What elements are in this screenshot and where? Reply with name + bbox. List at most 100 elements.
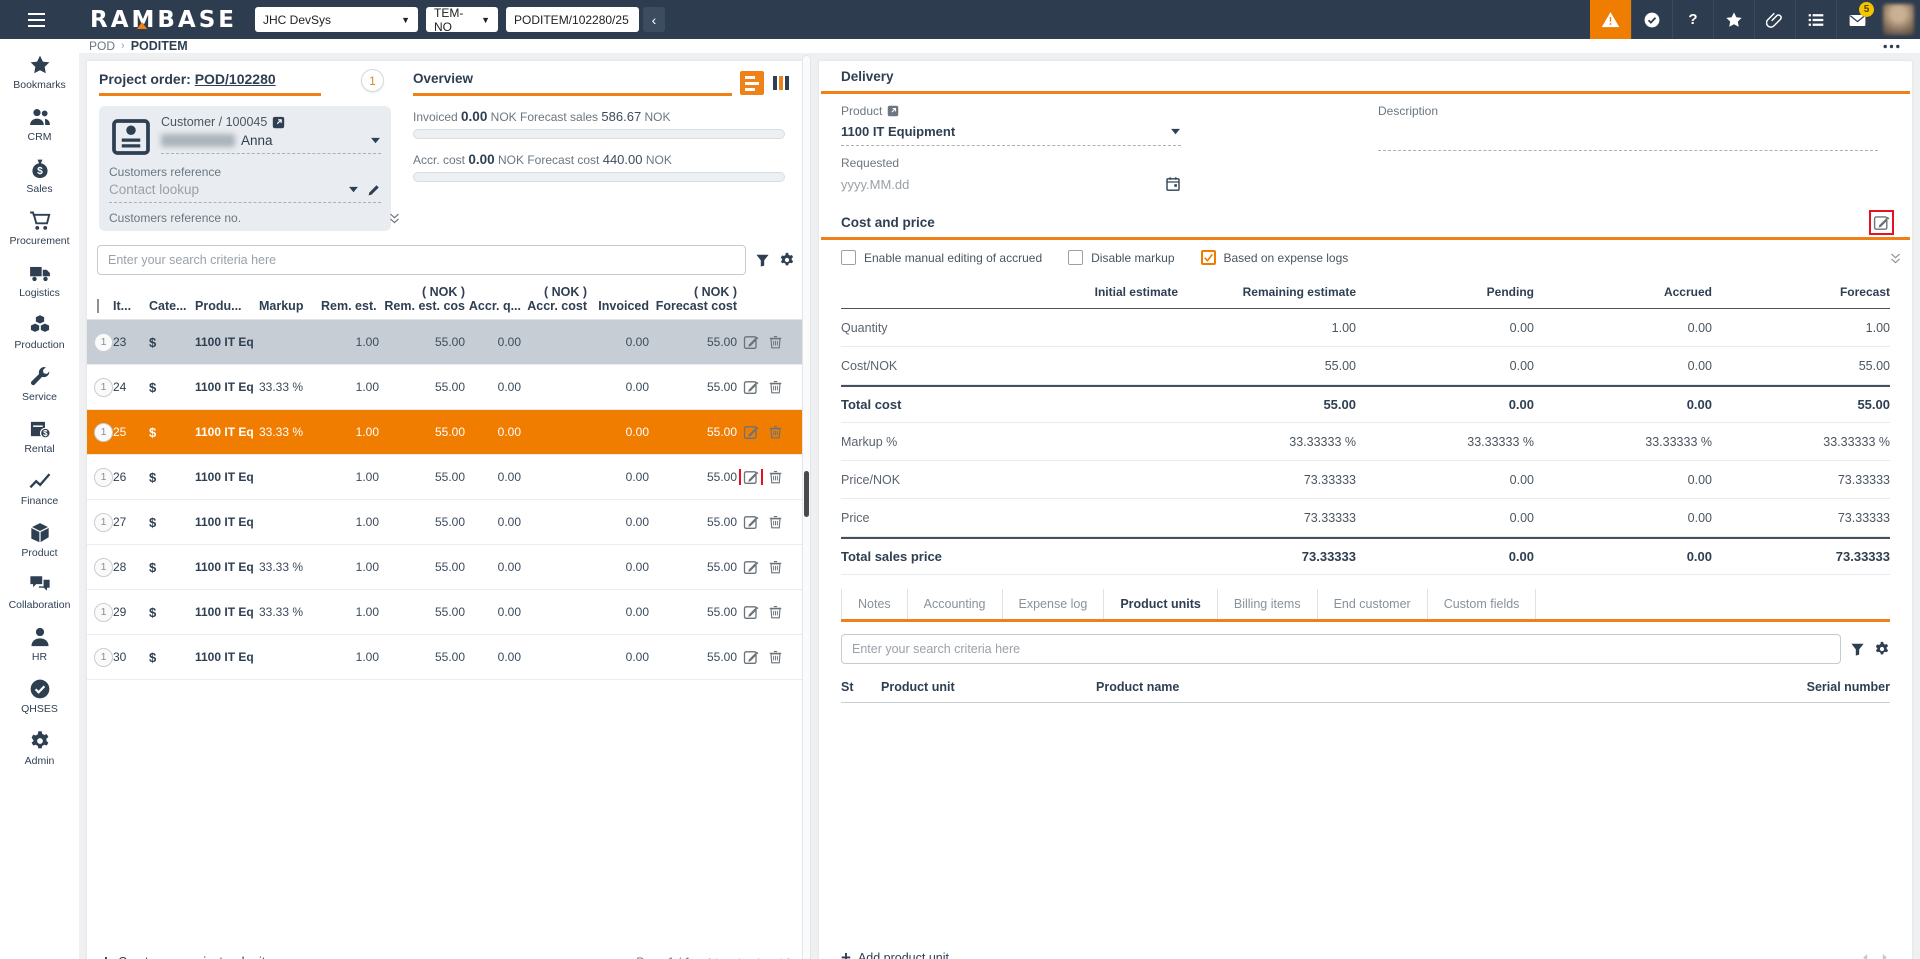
chevron-down-icon[interactable] <box>370 137 381 145</box>
delete-row-icon[interactable] <box>768 379 783 395</box>
hamburger-menu-icon[interactable] <box>14 0 58 39</box>
global-search-input[interactable]: PODITEM/102280/25 <box>506 7 639 32</box>
filter-icon[interactable] <box>755 253 770 268</box>
pencil-icon[interactable] <box>367 183 381 197</box>
back-button[interactable]: ‹ <box>643 7 665 32</box>
user-avatar[interactable] <box>1883 4 1914 35</box>
edit-row-icon[interactable] <box>743 379 759 395</box>
sidebar-item-qhses[interactable]: QHSES <box>0 671 79 723</box>
external-link-icon[interactable] <box>887 105 899 117</box>
tab-product-units[interactable]: Product units <box>1104 589 1218 619</box>
edit-row-icon[interactable] <box>743 469 759 485</box>
column-header[interactable]: Accr. q... <box>465 285 521 313</box>
tab-billing-items[interactable]: Billing items <box>1218 589 1318 619</box>
checkbox-based-on-expense-logs[interactable]: Based on expense logs <box>1201 250 1349 265</box>
sidebar-item-sales[interactable]: $Sales <box>0 151 79 203</box>
table-row-item-24[interactable]: 124$1100 IT Eq33.33 %1.0055.000.000.0055… <box>87 365 805 410</box>
filter-icon[interactable] <box>1850 642 1865 657</box>
select-all-checkbox[interactable] <box>97 299 99 313</box>
delete-row-icon[interactable] <box>768 559 783 575</box>
sidebar-item-procurement[interactable]: Procurement <box>0 203 79 255</box>
checkbox-enable-manual-editing-of-accrued[interactable]: Enable manual editing of accrued <box>841 250 1042 265</box>
sidebar-item-admin[interactable]: Admin <box>0 723 79 775</box>
product-unit-search-input[interactable] <box>841 634 1841 664</box>
table-row-item-26[interactable]: 126$1100 IT Eq1.0055.000.000.0055.00 <box>87 455 805 500</box>
checkbox-disable-markup[interactable]: Disable markup <box>1068 250 1174 265</box>
table-row-item-23[interactable]: 123$1100 IT Eq1.0055.000.000.0055.00 <box>87 320 805 365</box>
tab-accounting[interactable]: Accounting <box>908 589 1003 619</box>
attachments-button[interactable] <box>1754 0 1795 39</box>
tasks-button[interactable] <box>1795 0 1836 39</box>
column-header[interactable]: ( NOK )Forecast cost <box>649 285 737 313</box>
gear-icon[interactable] <box>1874 641 1890 657</box>
environment-select[interactable]: JHC DevSys▼ <box>255 7 418 32</box>
next-page-icon[interactable] <box>1880 952 1890 959</box>
edit-row-icon[interactable] <box>743 514 759 530</box>
edit-row-icon[interactable] <box>743 649 759 665</box>
sidebar-item-production[interactable]: Production <box>0 307 79 359</box>
help-button[interactable]: ? <box>1672 0 1713 39</box>
edit-cost-price-icon[interactable] <box>1873 214 1890 231</box>
edit-row-icon[interactable] <box>743 334 759 350</box>
column-header[interactable]: Markup <box>259 285 321 313</box>
column-header[interactable]: ( NOK )Rem. est. cos <box>379 285 465 313</box>
chevron-down-icon[interactable] <box>348 186 359 194</box>
sidebar-item-collaboration[interactable]: Collaboration <box>0 567 79 619</box>
project-order-link[interactable]: POD/102280 <box>195 71 276 87</box>
sidebar-item-logistics[interactable]: Logistics <box>0 255 79 307</box>
column-header[interactable]: Product unit <box>881 680 1096 694</box>
breadcrumb-parent[interactable]: POD <box>89 39 115 53</box>
column-header[interactable]: Rem. est. ... <box>321 285 379 313</box>
sidebar-item-finance[interactable]: Finance <box>0 463 79 515</box>
scrollbar-thumb[interactable] <box>804 471 809 517</box>
external-link-icon[interactable] <box>272 116 285 129</box>
contact-lookup-field[interactable]: Contact lookup <box>109 179 381 203</box>
list-view-toggle-icon[interactable] <box>740 71 764 95</box>
tab-custom-fields[interactable]: Custom fields <box>1428 589 1537 619</box>
sidebar-item-hr[interactable]: HR <box>0 619 79 671</box>
calendar-icon[interactable] <box>1165 176 1181 192</box>
column-header[interactable]: ( NOK )Accr. cost <box>521 285 587 313</box>
sidebar-item-bookmarks[interactable]: Bookmarks <box>0 47 79 99</box>
messages-button[interactable]: 5 <box>1836 0 1877 39</box>
context-select[interactable]: TEM-NO▼ <box>426 7 498 32</box>
panel-scrollbar[interactable] <box>802 55 811 959</box>
tab-notes[interactable]: Notes <box>841 589 908 619</box>
column-header[interactable]: Cate... <box>149 285 195 313</box>
table-row-item-30[interactable]: 130$1100 IT Eq1.0055.000.000.0055.00 <box>87 635 805 680</box>
customer-select[interactable]: Anna <box>161 129 381 154</box>
tab-expense-log[interactable]: Expense log <box>1003 589 1105 619</box>
table-row-item-29[interactable]: 129$1100 IT Eq33.33 %1.0055.000.000.0055… <box>87 590 805 635</box>
delete-row-icon[interactable] <box>768 469 783 485</box>
create-project-order-item-button[interactable]: + Create new project order item <box>101 953 283 959</box>
item-search-input[interactable] <box>97 245 746 275</box>
edit-row-icon[interactable] <box>743 604 759 620</box>
edit-row-icon[interactable] <box>743 559 759 575</box>
requested-date-field[interactable]: yyyy.MM.dd <box>841 170 1181 198</box>
delete-row-icon[interactable] <box>768 424 783 440</box>
product-select[interactable]: 1100 IT Equipment <box>841 118 1181 146</box>
sidebar-item-service[interactable]: Service <box>0 359 79 411</box>
add-product-unit-button[interactable]: + Add product unit <box>841 949 949 959</box>
delete-row-icon[interactable] <box>768 514 783 530</box>
last-page-icon[interactable] <box>779 956 791 959</box>
sidebar-item-rental[interactable]: $Rental <box>0 411 79 463</box>
table-row-item-28[interactable]: 128$1100 IT Eq33.33 %1.0055.000.000.0055… <box>87 545 805 590</box>
column-header[interactable]: Produ... <box>195 285 259 313</box>
column-header[interactable]: It... <box>113 285 149 313</box>
tab-end-customer[interactable]: End customer <box>1318 589 1428 619</box>
sidebar-item-product[interactable]: Product <box>0 515 79 567</box>
delete-row-icon[interactable] <box>768 334 783 350</box>
alerts-button[interactable] <box>1590 0 1631 39</box>
column-view-toggle-icon[interactable] <box>769 71 793 95</box>
first-page-icon[interactable] <box>707 956 719 959</box>
column-header[interactable]: Product name <box>1096 680 1730 694</box>
column-header[interactable]: Invoiced <box>587 285 649 313</box>
table-row-item-27[interactable]: 127$1100 IT Eq1.0055.000.000.0055.00 <box>87 500 805 545</box>
description-field[interactable] <box>1378 118 1878 151</box>
delete-row-icon[interactable] <box>768 604 783 620</box>
edit-row-icon[interactable] <box>743 424 759 440</box>
column-header[interactable]: St <box>841 680 881 694</box>
sidebar-item-crm[interactable]: CRM <box>0 99 79 151</box>
favorites-button[interactable] <box>1713 0 1754 39</box>
